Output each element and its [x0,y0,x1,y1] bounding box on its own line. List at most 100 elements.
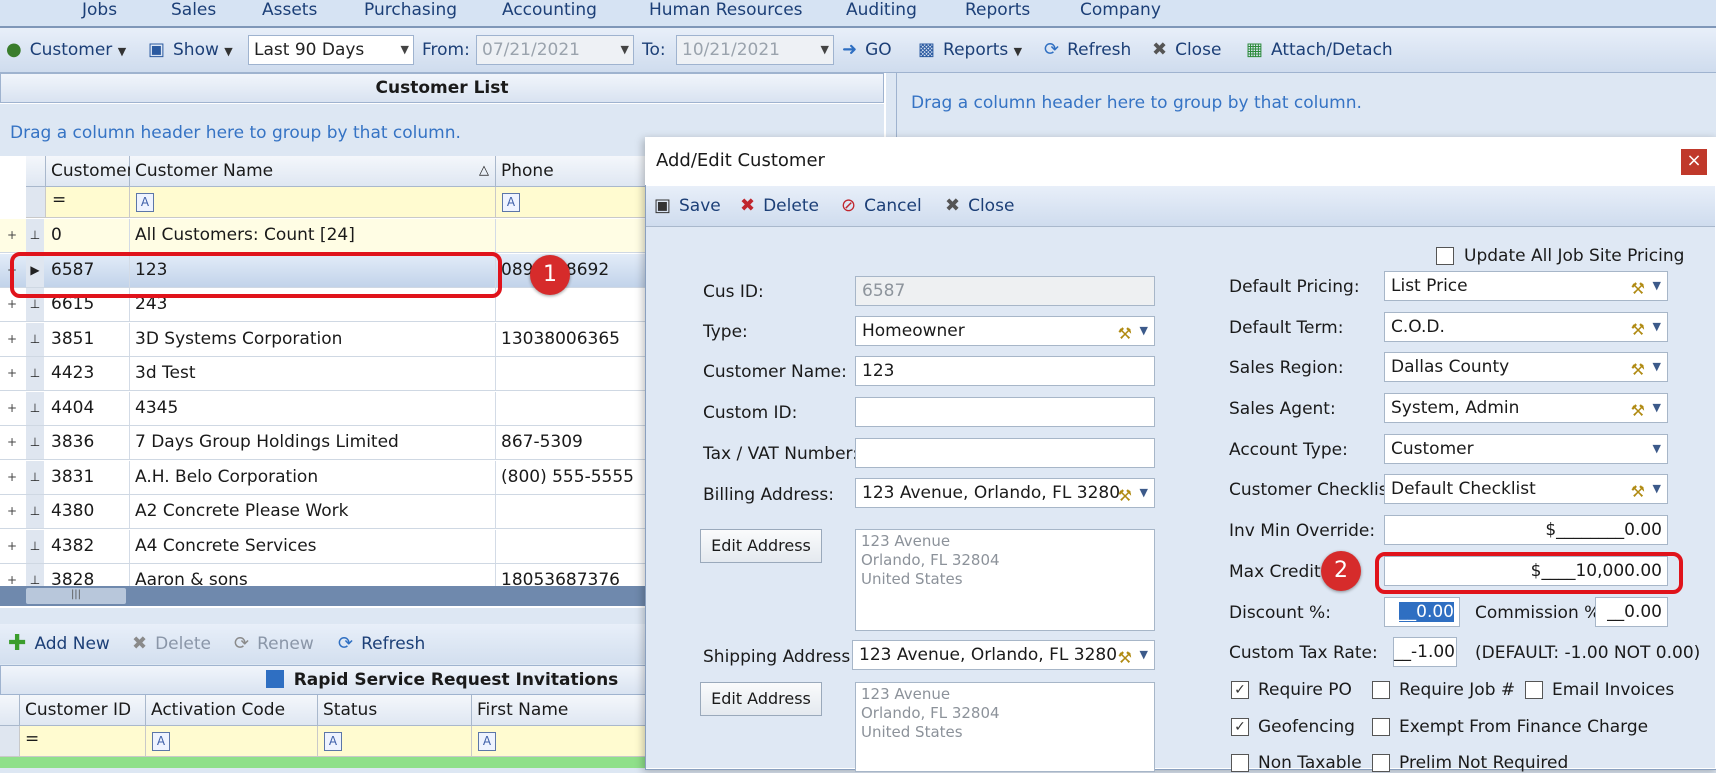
custom-id-field[interactable] [855,397,1155,427]
expand-row-icon[interactable]: + [0,323,24,356]
filter-clear-icon[interactable] [0,726,20,757]
chevron-down-icon[interactable]: ▼ [1140,641,1148,669]
menu-purchasing[interactable]: Purchasing [364,0,457,24]
lookup-icon[interactable]: ⚒ [1631,275,1645,300]
menu-sales[interactable]: Sales [171,0,216,24]
require-job-checkbox[interactable] [1372,681,1390,699]
customer-name-field[interactable]: 123 [855,356,1155,386]
row-pin-icon[interactable]: ⊥ [26,219,44,252]
text-filter-icon[interactable]: A [502,193,520,212]
lookup-icon[interactable]: ⚒ [1118,482,1132,507]
menu-company[interactable]: Company [1080,0,1161,24]
row-pin-icon[interactable]: ⊥ [26,322,44,356]
update-all-pricing-checkbox[interactable] [1436,247,1454,265]
customer-menu-button[interactable]: ● Customer ▼ [6,28,126,72]
sales-region-select[interactable]: Dallas County ⚒ ▼ [1384,352,1668,382]
filter-clear-icon[interactable] [26,187,46,218]
attach-detach-button[interactable]: ▦ Attach/Detach [1246,28,1393,72]
lookup-icon[interactable]: ⚒ [1118,320,1132,345]
lookup-icon[interactable]: ⚒ [1631,316,1645,341]
inv-min-override-field[interactable]: $________0.00 [1384,515,1668,545]
row-pin-icon[interactable]: ⊥ [26,426,44,459]
commission-field[interactable]: __0.00 [1595,597,1668,627]
go-button[interactable]: ➜ GO [842,28,892,72]
reports-menu-button[interactable]: ▩ Reports ▼ [918,28,1022,72]
tax-vat-field[interactable] [855,438,1155,468]
chevron-down-icon[interactable]: ▼ [1140,317,1148,345]
account-type-select[interactable]: Customer ▼ [1384,434,1668,464]
add-new-button[interactable]: ✚ Add New [8,624,110,664]
column-header-customer-name[interactable]: Customer Name △ [130,156,496,187]
text-filter-icon[interactable]: A [324,732,342,751]
customer-checklist-select[interactable]: Default Checklist ⚒ ▼ [1384,474,1668,504]
equals-operator-icon[interactable]: = [52,190,66,210]
refresh-invitations-button[interactable]: ⟳ Refresh [338,624,425,664]
chevron-down-icon[interactable]: ▼ [1140,479,1148,507]
default-pricing-select[interactable]: List Price ⚒ ▼ [1384,271,1668,301]
expand-row-icon[interactable]: + [0,426,24,459]
delete-customer-button[interactable]: ✖ Delete [740,186,819,226]
menu-jobs[interactable]: Jobs [82,0,117,24]
exempt-finance-charge-checkbox[interactable] [1372,718,1390,736]
filter-activation-code-cell[interactable]: A [146,726,318,757]
chevron-down-icon[interactable]: ▼ [1653,475,1661,503]
from-date-field[interactable]: 07/21/2021 ▼ [476,35,634,65]
sales-agent-select[interactable]: System, Admin ⚒ ▼ [1384,393,1668,423]
lookup-icon[interactable]: ⚒ [1631,478,1645,503]
edit-shipping-address-button[interactable]: Edit Address [700,682,822,716]
column-header-activation-code[interactable]: Activation Code [146,695,318,726]
column-header-status[interactable]: Status [318,695,472,726]
refresh-button[interactable]: ⟳ Refresh [1044,28,1131,72]
require-po-checkbox[interactable]: ✓ [1231,681,1249,699]
renew-button[interactable]: ⟳ Renew [234,624,314,664]
row-pin-icon[interactable]: ⊥ [26,391,44,425]
geofencing-checkbox[interactable]: ✓ [1231,718,1249,736]
text-filter-icon[interactable]: A [136,193,154,212]
to-date-field[interactable]: 10/21/2021 ▼ [676,35,834,65]
chevron-down-icon[interactable]: ▼ [1653,272,1661,300]
filter-customer-cell[interactable]: = [46,187,130,218]
delete-button[interactable]: ✖ Delete [132,624,211,664]
save-button[interactable]: ▣ Save [654,186,721,226]
date-range-select[interactable]: Last 90 Days ▼ [248,35,414,65]
expand-row-icon[interactable]: + [0,357,24,390]
filter-customer-name-cell[interactable]: A [130,187,496,218]
edit-billing-address-button[interactable]: Edit Address [700,529,822,563]
shipping-address-select[interactable]: 123 Avenue, Orlando, FL 3280 ⚒ ▼ [852,640,1155,670]
row-pin-icon[interactable]: ⊥ [26,357,44,390]
equals-operator-icon[interactable]: = [25,729,39,749]
menu-human-resources[interactable]: Human Resources [649,0,803,24]
custom-tax-rate-field[interactable]: __-1.00 [1393,637,1457,667]
menu-accounting[interactable]: Accounting [502,0,597,24]
menu-auditing[interactable]: Auditing [846,0,917,24]
menu-reports[interactable]: Reports [965,0,1030,24]
lookup-icon[interactable]: ⚒ [1631,356,1645,381]
lookup-icon[interactable]: ⚒ [1631,397,1645,422]
expand-row-icon[interactable]: + [0,219,24,252]
prelim-not-required-checkbox[interactable] [1372,754,1390,772]
text-filter-icon[interactable]: A [152,732,170,751]
column-header-customer[interactable]: Customer [46,156,134,187]
expand-row-icon[interactable]: + [0,564,24,586]
menu-assets[interactable]: Assets [262,0,317,24]
row-pin-icon[interactable]: ⊥ [26,529,44,563]
cancel-button[interactable]: ⊘ Cancel [841,186,922,226]
column-header-customer-id[interactable]: Customer ID [20,695,146,726]
text-filter-icon[interactable]: A [478,732,496,751]
email-invoices-checkbox[interactable] [1525,681,1543,699]
row-pin-icon[interactable]: ⊥ [26,564,44,586]
type-select[interactable]: Homeowner ⚒ ▼ [855,316,1155,346]
discount-field[interactable]: __0.00 [1384,597,1460,627]
chevron-down-icon[interactable]: ▼ [1653,313,1661,341]
filter-status-cell[interactable]: A [318,726,472,757]
chevron-down-icon[interactable]: ▼ [1653,353,1661,381]
column-chooser-icon[interactable] [26,156,46,187]
close-button[interactable]: ✖ Close [1152,28,1221,72]
filter-customer-id-cell[interactable]: = [20,726,146,757]
show-menu-button[interactable]: ▣ Show ▼ [148,28,233,72]
chevron-down-icon[interactable]: ▼ [1653,435,1661,463]
expand-row-icon[interactable]: + [0,461,24,494]
column-chooser-icon[interactable] [0,695,20,726]
row-pin-icon[interactable]: ⊥ [26,495,44,528]
expand-row-icon[interactable]: + [0,530,24,563]
